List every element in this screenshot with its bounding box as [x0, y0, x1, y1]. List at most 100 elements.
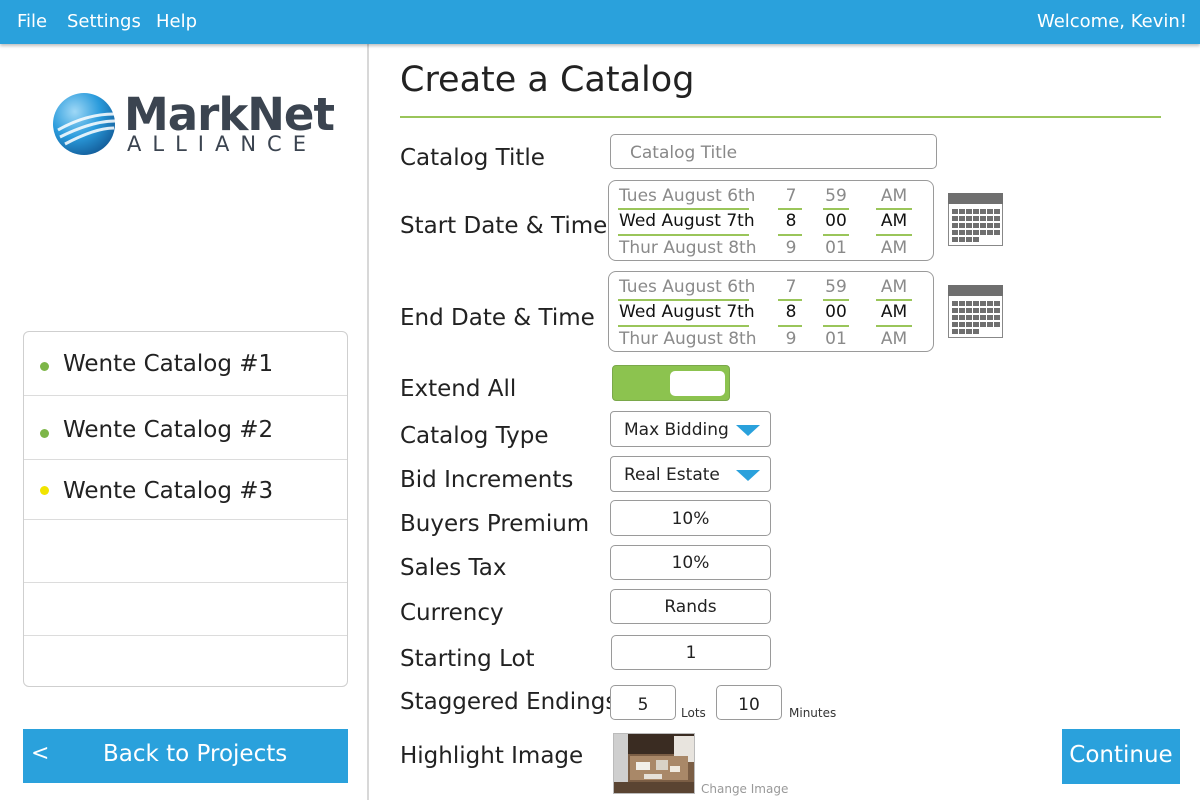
sales-tax-input[interactable]: 10%: [610, 545, 771, 580]
catalog-item-label: Wente Catalog #1: [63, 351, 274, 377]
picker-minute[interactable]: 01: [823, 329, 849, 349]
picker-selection-line: [876, 208, 912, 210]
staggered-endings-label: Staggered Endings: [400, 689, 618, 715]
picker-selection-line: [618, 208, 749, 210]
catalog-type-value: Max Bidding: [624, 420, 729, 440]
catalog-type-label: Catalog Type: [400, 423, 549, 449]
menu-settings[interactable]: Settings: [67, 11, 141, 32]
picker-selection-line: [823, 299, 849, 301]
dropdown-caret-icon: [736, 425, 760, 436]
bid-increments-select[interactable]: Real Estate: [610, 456, 771, 492]
start-date-label: Start Date & Time: [400, 213, 608, 239]
catalog-item-empty: [24, 636, 347, 686]
staggered-lots-input[interactable]: 5: [610, 685, 676, 720]
picker-selection-line: [823, 325, 849, 327]
minutes-unit-label: Minutes: [789, 706, 837, 720]
picker-ampm[interactable]: AM: [877, 186, 911, 206]
picker-selection-line: [618, 325, 749, 327]
picker-selection-line: [618, 299, 749, 301]
start-date-picker[interactable]: Tues August 6th 7 59 AM Wed August 7th 8…: [608, 180, 934, 261]
catalog-item-2[interactable]: Wente Catalog #2: [24, 396, 347, 460]
picker-date-selected[interactable]: Wed August 7th: [619, 302, 755, 322]
starting-lot-input[interactable]: 1: [611, 635, 771, 670]
picker-hour[interactable]: 7: [779, 186, 803, 206]
calendar-icon[interactable]: [948, 285, 1003, 338]
picker-date[interactable]: Tues August 6th: [619, 277, 755, 297]
back-button-label: Back to Projects: [103, 741, 288, 767]
catalog-title-placeholder: Catalog Title: [630, 143, 738, 163]
picker-ampm-selected[interactable]: AM: [877, 302, 911, 322]
picker-date-selected[interactable]: Wed August 7th: [619, 211, 755, 231]
picker-selection-line: [618, 234, 749, 236]
change-image-link[interactable]: Change Image: [701, 782, 788, 796]
picker-selection-line: [876, 234, 912, 236]
picker-date[interactable]: Thur August 8th: [619, 238, 756, 258]
catalog-item-1[interactable]: Wente Catalog #1: [24, 332, 347, 396]
lots-unit-label: Lots: [681, 706, 706, 720]
marknet-logo: MarkNet ALLIANCE: [52, 88, 335, 160]
catalog-item-label: Wente Catalog #2: [63, 417, 274, 443]
bid-increments-value: Real Estate: [624, 465, 720, 485]
picker-date[interactable]: Thur August 8th: [619, 329, 756, 349]
highlight-image-thumbnail[interactable]: [613, 733, 695, 794]
catalog-list: Wente Catalog #1 Wente Catalog #2 Wente …: [23, 331, 348, 687]
catalog-title-input[interactable]: Catalog Title: [610, 134, 937, 169]
catalog-title-label: Catalog Title: [400, 145, 545, 171]
logo-globe-icon: [53, 93, 116, 155]
picker-minute[interactable]: 59: [823, 277, 849, 297]
logo-subtitle: ALLIANCE: [127, 132, 317, 156]
highlight-photo: [614, 734, 694, 793]
continue-button[interactable]: Continue: [1062, 729, 1180, 784]
back-to-projects-button[interactable]: < Back to Projects: [23, 729, 348, 783]
picker-selection-line: [876, 325, 912, 327]
picker-selection-line: [823, 234, 849, 236]
menu-file[interactable]: File: [17, 11, 47, 32]
picker-date[interactable]: Tues August 6th: [619, 186, 755, 206]
bid-increments-label: Bid Increments: [400, 467, 574, 493]
picker-hour-selected[interactable]: 8: [779, 211, 803, 231]
extend-all-label: Extend All: [400, 376, 517, 402]
picker-hour[interactable]: 9: [779, 329, 803, 349]
toggle-knob: [670, 371, 725, 396]
catalog-item-label: Wente Catalog #3: [63, 478, 274, 504]
picker-selection-line: [778, 299, 802, 301]
picker-minute[interactable]: 01: [823, 238, 849, 258]
picker-hour[interactable]: 9: [779, 238, 803, 258]
picker-selection-line: [778, 208, 802, 210]
calendar-icon[interactable]: [948, 193, 1003, 246]
end-date-picker[interactable]: Tues August 6th 7 59 AM Wed August 7th 8…: [608, 271, 934, 352]
starting-lot-value: 1: [685, 643, 697, 663]
picker-selection-line: [778, 234, 802, 236]
highlight-image-label: Highlight Image: [400, 743, 584, 769]
status-dot: [40, 486, 49, 495]
picker-ampm[interactable]: AM: [877, 238, 911, 258]
buyers-premium-label: Buyers Premium: [400, 511, 590, 537]
picker-hour-selected[interactable]: 8: [779, 302, 803, 322]
dropdown-caret-icon: [736, 470, 760, 481]
page-title: Create a Catalog: [400, 60, 695, 100]
title-divider: [400, 116, 1161, 118]
sales-tax-value: 10%: [671, 553, 710, 573]
catalog-item-3[interactable]: Wente Catalog #3: [24, 460, 347, 520]
picker-ampm[interactable]: AM: [877, 329, 911, 349]
status-dot: [40, 429, 49, 438]
picker-minute-selected[interactable]: 00: [823, 211, 849, 231]
catalog-item-empty: [24, 583, 347, 636]
currency-input[interactable]: Rands: [610, 589, 771, 624]
staggered-minutes-value: 10: [738, 695, 760, 715]
catalog-item-empty: [24, 520, 347, 583]
picker-ampm-selected[interactable]: AM: [877, 211, 911, 231]
welcome-message: Welcome, Kevin!: [1036, 11, 1187, 32]
extend-all-toggle[interactable]: [612, 365, 730, 401]
picker-ampm[interactable]: AM: [877, 277, 911, 297]
starting-lot-label: Starting Lot: [400, 646, 535, 672]
menu-help[interactable]: Help: [156, 11, 197, 32]
currency-label: Currency: [400, 600, 504, 626]
picker-selection-line: [778, 325, 802, 327]
staggered-minutes-input[interactable]: 10: [716, 685, 782, 720]
picker-minute[interactable]: 59: [823, 186, 849, 206]
buyers-premium-input[interactable]: 10%: [610, 500, 771, 536]
catalog-type-select[interactable]: Max Bidding: [610, 411, 771, 447]
picker-minute-selected[interactable]: 00: [823, 302, 849, 322]
picker-hour[interactable]: 7: [779, 277, 803, 297]
